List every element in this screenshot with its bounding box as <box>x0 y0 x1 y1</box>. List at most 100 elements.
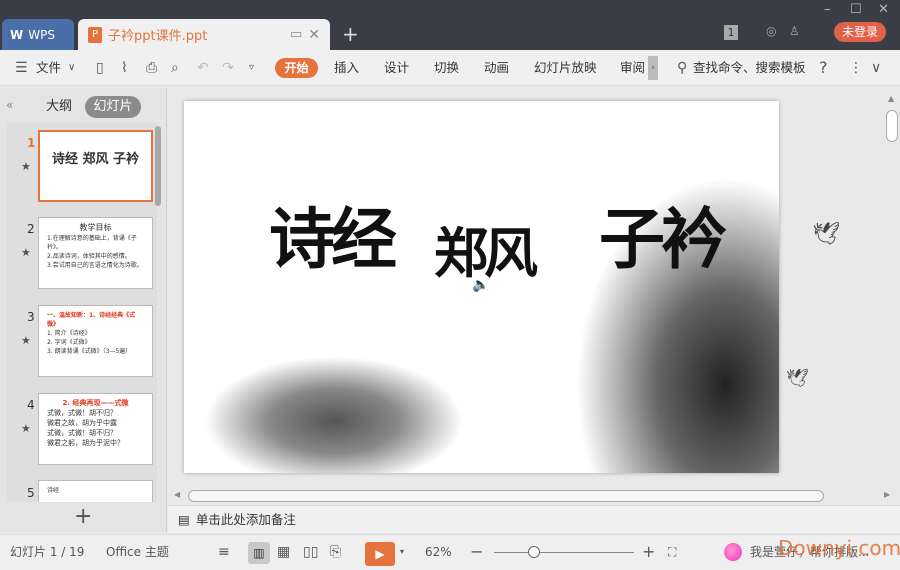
new-tab-button[interactable]: + <box>342 22 359 46</box>
help-button[interactable]: ? <box>819 50 828 86</box>
notes-icon: ▤ <box>178 512 190 527</box>
bird-image: 🕊 <box>812 222 840 247</box>
shirt-icon[interactable]: ♙ <box>789 24 800 38</box>
slide-title-word: 子衿 <box>599 200 727 278</box>
maximize-button[interactable]: ☐ <box>850 2 862 17</box>
close-tab-icon[interactable]: ✕ <box>308 27 320 43</box>
slide-counter: 幻灯片 1 / 19 <box>10 545 85 559</box>
slide-number: 4 <box>27 398 35 412</box>
wps-logo-icon: W <box>10 27 24 42</box>
assistant-avatar-icon[interactable] <box>724 543 742 561</box>
tab-start[interactable]: 开始 <box>275 58 318 78</box>
wps-home-tab[interactable]: W WPS <box>2 19 74 50</box>
slide-number: 5 <box>27 486 35 500</box>
add-slide-button[interactable]: + <box>74 504 92 529</box>
format-painter-icon[interactable]: ⌇ <box>121 50 128 86</box>
presenter-view-icon[interactable]: ⎘ <box>330 534 341 570</box>
command-search[interactable]: 查找命令、搜索模板 <box>693 50 806 86</box>
fit-window-icon[interactable]: ⛶ <box>668 534 676 570</box>
thumb-text: 诗经 <box>47 487 60 494</box>
search-icon: ⚲ <box>677 60 688 76</box>
thumb-text: 教学目标 <box>79 223 112 232</box>
document-tab-label: 子衿ppt课件.ppt <box>108 29 208 44</box>
slide-sorter-icon[interactable]: ▦ <box>277 534 290 570</box>
file-menu[interactable]: 文件 <box>36 50 61 86</box>
chevron-down-icon[interactable]: ∨ <box>68 50 75 86</box>
more-dropdown-icon[interactable]: ▿ <box>249 50 254 86</box>
thumb-text: 1.在理解诗意的基础上，背诵《子衿》。 <box>47 235 137 251</box>
thumb-text: 式微，式微！胡不归？ <box>47 409 117 417</box>
sound-icon[interactable]: 🔈 <box>472 277 489 293</box>
tabs-scroll-right-button[interactable]: › <box>648 56 658 80</box>
horizontal-scrollbar[interactable] <box>188 490 824 502</box>
collapse-ribbon-icon[interactable]: ∨ <box>871 50 881 86</box>
pin-window-icon[interactable]: ▭ <box>290 27 302 42</box>
scroll-right-icon[interactable]: ▶ <box>884 490 890 499</box>
tab-review[interactable]: 审阅 <box>620 50 645 86</box>
notes-placeholder: 单击此处添加备注 <box>195 512 296 527</box>
thumb-text: 2. 经典再现——式微 <box>62 399 129 407</box>
redo-icon[interactable]: ↷ <box>222 50 234 86</box>
window-count-badge[interactable]: 1 <box>724 25 738 40</box>
slide-number: 2 <box>27 222 35 236</box>
close-window-button[interactable]: ✕ <box>878 2 889 17</box>
slide-canvas[interactable]: 诗经 郑风 子衿 🔈 <box>184 101 779 473</box>
animation-star-icon: ★ <box>21 246 31 259</box>
theme-name[interactable]: Office 主题 <box>106 534 169 570</box>
scroll-up-icon[interactable]: ▲ <box>888 94 894 103</box>
login-button[interactable]: 未登录 <box>834 22 886 42</box>
slide-title-word: 诗经 <box>269 200 397 278</box>
thumb-text: 诗经 郑风 子衿 <box>51 152 140 167</box>
thumbnail-list[interactable]: 1 ★ 诗经 郑风 子衿 2 ★ 教学目标 1.在理解诗意的基础上，背诵《子衿》… <box>7 122 157 502</box>
zoom-slider[interactable] <box>494 552 634 553</box>
wps-label: WPS <box>28 27 55 42</box>
animation-star-icon: ★ <box>21 334 31 347</box>
tab-transition[interactable]: 切换 <box>434 50 459 86</box>
scroll-left-icon[interactable]: ◀ <box>174 490 180 499</box>
print-icon[interactable]: ⎙ <box>146 50 157 86</box>
zoom-level[interactable]: 62% <box>425 534 452 570</box>
animation-star-icon: ★ <box>21 160 31 173</box>
undo-icon[interactable]: ↶ <box>197 50 209 86</box>
zoom-out-button[interactable]: − <box>470 534 483 570</box>
thumb-text: 3. 朗读背诵《式微》（3—5遍） <box>47 348 132 355</box>
ink-mountain-image <box>204 356 464 473</box>
save-icon[interactable]: ▯ <box>96 50 104 86</box>
zoom-slider-handle[interactable] <box>528 546 540 558</box>
slide-thumbnail-5[interactable]: 诗经 <box>38 480 153 502</box>
tab-insert[interactable]: 插入 <box>334 50 359 86</box>
print-preview-icon[interactable]: ⌕ <box>171 50 179 86</box>
document-tab[interactable]: P 子衿ppt课件.ppt ▭ ✕ <box>78 19 330 50</box>
play-slideshow-button[interactable]: ▶ <box>365 542 395 566</box>
normal-view-icon[interactable]: ▥ <box>248 542 270 564</box>
slide-thumbnail-2[interactable]: 教学目标 1.在理解诗意的基础上，背诵《子衿》。 2.品读诗词，体验其中的感情。… <box>38 217 153 289</box>
reading-view-icon[interactable]: ▯▯ <box>303 534 318 570</box>
thumb-text: 2.品读诗词，体验其中的感情。 <box>47 253 131 260</box>
slide-thumbnail-1[interactable]: 诗经 郑风 子衿 <box>38 130 153 202</box>
tab-slideshow[interactable]: 幻灯片放映 <box>534 50 597 86</box>
slide-thumbnail-3[interactable]: 一、温故知新：1、诗经经典《式微》 1. 简介《诗经》 2. 字词《式微》 3.… <box>38 305 153 377</box>
slide-number: 3 <box>27 310 35 324</box>
notes-area[interactable]: ▤ 单击此处添加备注 <box>168 505 900 533</box>
tab-animation[interactable]: 动画 <box>484 50 509 86</box>
slide-thumbnail-4[interactable]: 2. 经典再现——式微 式微，式微！胡不归？ 微君之故，胡为乎中露 式微，式微！… <box>38 393 153 465</box>
collapse-panel-icon[interactable]: « <box>6 98 13 112</box>
thumbnail-scrollbar[interactable] <box>155 126 161 206</box>
tab-outline[interactable]: 大纲 <box>46 96 72 118</box>
thumb-text: 一、温故知新：1、诗经经典《式微》 <box>47 312 136 328</box>
minimize-button[interactable]: – <box>824 2 831 17</box>
slide-number: 1 <box>27 136 36 150</box>
skin-icon[interactable]: ◎ <box>766 24 776 38</box>
watermark-logo: Downyi.com <box>778 536 900 560</box>
notes-toggle-icon[interactable]: ≡ <box>218 534 230 570</box>
play-dropdown-icon[interactable]: ▾ <box>400 534 404 570</box>
tab-slides[interactable]: 幻灯片 <box>85 96 141 118</box>
vertical-scrollbar[interactable] <box>886 110 898 142</box>
menu-icon[interactable]: ☰ <box>15 50 28 86</box>
thumb-text: 微君之故，胡为乎中露 <box>47 419 117 427</box>
tab-design[interactable]: 设计 <box>384 50 409 86</box>
zoom-in-button[interactable]: + <box>642 534 655 570</box>
thumb-text: 2. 字词《式微》 <box>47 339 91 346</box>
more-options-icon[interactable]: ⋮ <box>849 50 863 86</box>
bird-image: 🕊 <box>786 368 809 389</box>
